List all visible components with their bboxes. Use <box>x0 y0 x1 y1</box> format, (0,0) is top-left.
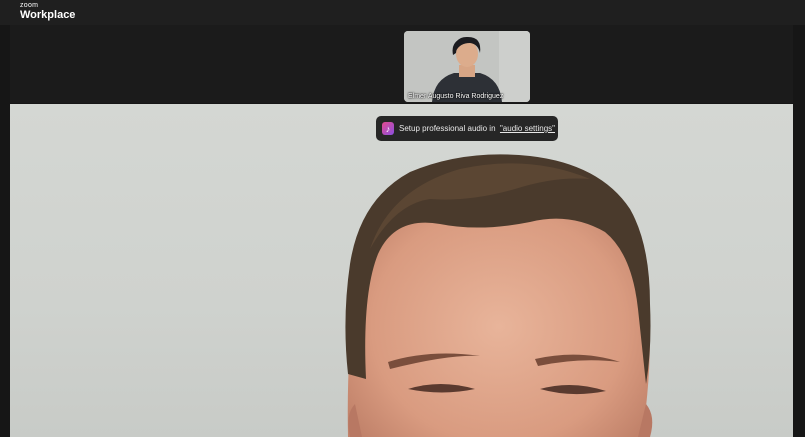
active-speaker-video[interactable] <box>10 104 793 437</box>
brand-title: Workplace <box>20 9 76 21</box>
participant-name-label: Elmer Augusto Riva Rodriguez <box>408 93 504 100</box>
title-bar: zoom Workplace <box>0 0 805 25</box>
toast-message: Setup professional audio in <box>399 124 496 133</box>
participant-thumbnail[interactable]: Elmer Augusto Riva Rodriguez <box>404 31 530 102</box>
zoom-workplace-logo: zoom Workplace <box>20 2 75 21</box>
participant-video-image <box>404 31 530 102</box>
participant-strip <box>10 25 793 103</box>
brand-small-text: zoom <box>20 2 39 9</box>
audio-settings-icon: ♪ <box>382 122 394 135</box>
audio-settings-toast[interactable]: ♪ Setup professional audio in "audio set… <box>376 116 558 141</box>
active-speaker-image <box>345 154 653 437</box>
audio-settings-link[interactable]: "audio settings" <box>500 124 555 133</box>
